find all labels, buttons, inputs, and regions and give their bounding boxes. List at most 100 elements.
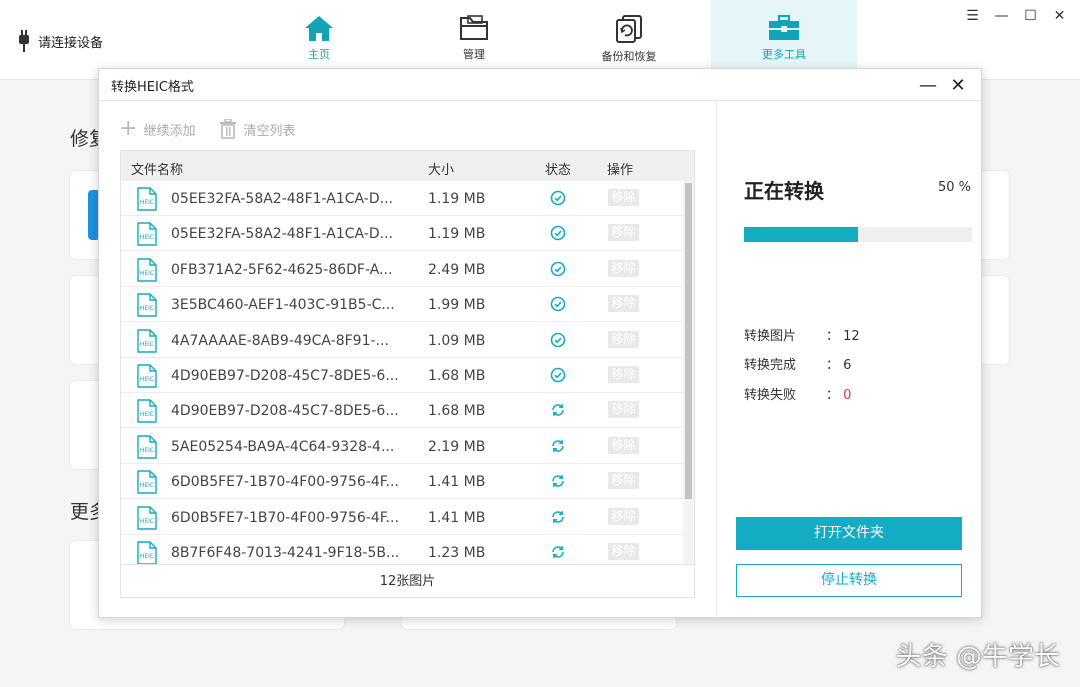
remove-button[interactable]: 移除 [608, 259, 639, 277]
maximize-icon[interactable]: ☐ [1016, 6, 1045, 26]
clear-list-button[interactable]: 清空列表 [219, 119, 295, 139]
column-header-status: 状态 [545, 163, 572, 178]
file-name: 05EE32FA-58A2-48F1-A1CA-D... [171, 226, 393, 243]
stat-total: 转换图片： 12 [744, 325, 860, 344]
svg-text:HEIC: HEIC [140, 199, 154, 206]
column-header-name: 文件名称 [131, 163, 184, 178]
remove-button[interactable]: 移除 [608, 543, 639, 560]
device-label: 请连接设备 [38, 35, 104, 51]
heic-file-icon: HEIC [136, 328, 158, 357]
device-status[interactable]: 请连接设备 [18, 30, 103, 52]
check-circle-icon [550, 261, 566, 281]
progress-bar-fill [744, 227, 858, 242]
stat-completed: 转换完成： 6 [744, 354, 851, 373]
table-row[interactable]: HEIC 0FB371A2-5F62-4625-86DF-A... 2.49 MB 移… [121, 252, 683, 287]
file-size: 1.09 MB [428, 332, 486, 349]
close-icon[interactable]: ✕ [1045, 6, 1074, 26]
nav-tab-label: 管理 [463, 48, 485, 61]
file-size: 1.41 MB [428, 509, 486, 526]
svg-text:HEIC: HEIC [140, 376, 154, 383]
file-name: 6D0B5FE7-1B70-4F00-9756-4F... [171, 474, 399, 491]
nav-tab-label: 主页 [308, 48, 330, 61]
svg-text:HEIC: HEIC [140, 270, 154, 277]
table-header: 文件名称 大小 状态 操作 [121, 151, 694, 181]
window-controls: ☰ — ☐ ✕ [958, 6, 1074, 26]
plus-icon: + [119, 116, 138, 141]
file-name: 4A7AAAAE-8AB9-49CA-8F91-... [171, 332, 389, 349]
remove-button[interactable]: 移除 [608, 366, 639, 383]
table-row[interactable]: HEIC 5AE05254-BA9A-4C64-9328-4... 2.19 MB 移… [121, 429, 683, 464]
check-circle-icon [550, 296, 566, 316]
column-header-action: 操作 [607, 163, 634, 178]
file-size: 1.41 MB [428, 474, 486, 491]
remove-button[interactable]: 移除 [608, 472, 639, 490]
stat-value: 6 [843, 358, 852, 373]
converting-title: 正在转换 [744, 179, 824, 203]
backup-restore-icon [616, 15, 642, 43]
table-row[interactable]: HEIC 4D90EB97-D208-45C7-8DE5-6... 1.68 MB 移… [121, 393, 683, 429]
check-circle-icon [550, 332, 566, 352]
remove-button[interactable]: 移除 [608, 189, 639, 206]
table-row[interactable]: HEIC 3E5BC460-AEF1-403C-91B5-C... 1.99 MB 移… [121, 287, 683, 323]
nav-tab-manage[interactable]: 管理 [401, 0, 547, 70]
file-size: 1.23 MB [428, 545, 486, 561]
nav-tab-home[interactable]: 主页 [246, 0, 392, 70]
svg-text:HEIC: HEIC [140, 447, 154, 454]
file-size: 1.19 MB [428, 191, 486, 207]
file-name: 05EE32FA-58A2-48F1-A1CA-D... [171, 191, 393, 207]
remove-button[interactable]: 移除 [608, 295, 639, 313]
clear-list-label: 清空列表 [243, 123, 296, 139]
svg-text:HEIC: HEIC [140, 341, 154, 348]
converting-sync-icon [550, 473, 566, 493]
heic-file-icon: HEIC [136, 541, 158, 564]
file-size: 1.68 MB [428, 403, 486, 420]
nav-tab-backup-restore[interactable]: 备份和恢复 [556, 0, 702, 70]
add-more-button[interactable]: + 继续添加 [119, 116, 195, 141]
scrollbar[interactable] [683, 181, 694, 564]
table-row[interactable]: HEIC 4D90EB97-D208-45C7-8DE5-6... 1.68 MB 移… [121, 358, 683, 393]
dialog-close-icon[interactable]: ✕ [943, 73, 973, 97]
remove-button[interactable]: 移除 [608, 224, 639, 242]
table-row[interactable]: HEIC 05EE32FA-58A2-48F1-A1CA-D... 1.19 MB 移… [121, 216, 683, 252]
file-name: 8B7F6F48-7013-4241-9F18-5B... [171, 545, 400, 561]
stop-convert-button[interactable]: 停止转换 [736, 564, 962, 597]
table-row[interactable]: HEIC 4A7AAAAE-8AB9-49CA-8F91-... 1.09 MB 移除 [121, 323, 683, 358]
remove-button[interactable]: 移除 [608, 330, 639, 348]
table-row[interactable]: HEIC 6D0B5FE7-1B70-4F00-9756-4F... 1.41 MB… [121, 500, 683, 535]
remove-button[interactable]: 移除 [608, 507, 639, 525]
file-size: 1.19 MB [428, 226, 486, 243]
folder-icon [460, 15, 488, 40]
minimize-icon[interactable]: — [987, 6, 1016, 26]
heic-file-icon: HEIC [136, 222, 158, 250]
converting-sync-icon [550, 438, 566, 458]
svg-text:HEIC: HEIC [140, 553, 154, 560]
file-name: 4D90EB97-D208-45C7-8DE5-6... [171, 403, 399, 420]
menu-icon[interactable]: ☰ [958, 6, 987, 26]
file-list-pane: + 继续添加 清空列表 文件名称 大小 状态 操作 HEIC 05EE32FA-… [99, 101, 716, 618]
heic-file-icon: HEIC [136, 364, 158, 392]
open-folder-button[interactable]: 打开文件夹 [736, 517, 962, 550]
home-icon [305, 16, 333, 41]
check-circle-icon [550, 367, 566, 387]
remove-button[interactable]: 移除 [608, 401, 639, 419]
dialog-title: 转换HEIC格式 [111, 80, 194, 95]
table-row[interactable]: HEIC 8B7F6F48-7013-4241-9F18-5B... 1.23 MB… [121, 535, 683, 564]
stat-label: 转换图片 [744, 329, 797, 344]
stat-label: 转换完成 [744, 358, 797, 373]
remove-button[interactable]: 移除 [608, 436, 639, 454]
progress-pane: 正在转换 50 % 转换图片： 12 转换完成： 6 转换失败： 0 打开文件夹… [716, 101, 981, 618]
heic-file-icon: HEIC [136, 505, 158, 534]
nav-tab-more-tools[interactable]: 更多工具 [711, 0, 857, 70]
table-row[interactable]: HEIC 6D0B5FE7-1B70-4F00-9756-4F... 1.41 MB… [121, 464, 683, 500]
table-row[interactable]: HEIC 05EE32FA-58A2-48F1-A1CA-D... 1.19 MB 移… [121, 181, 683, 216]
check-circle-icon [550, 190, 566, 210]
scrollbar-thumb[interactable] [685, 183, 692, 499]
dialog-minimize-icon[interactable]: — [913, 73, 943, 97]
stat-value: 12 [843, 329, 860, 344]
heic-file-icon: HEIC [136, 293, 158, 321]
heic-file-icon: HEIC [136, 470, 158, 498]
heic-file-icon: HEIC [136, 435, 158, 463]
converting-sync-icon [550, 402, 566, 422]
heic-file-icon: HEIC [136, 187, 158, 215]
file-size: 2.49 MB [428, 261, 486, 278]
